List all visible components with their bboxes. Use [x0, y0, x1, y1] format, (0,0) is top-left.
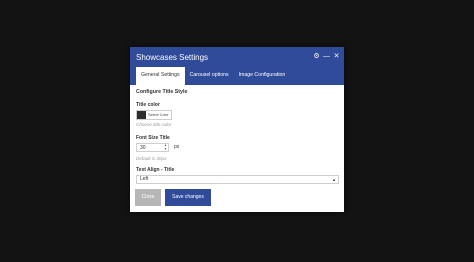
- select-color-button: Select Color: [148, 113, 169, 117]
- settings-dialog: Showcases Settings ⚙ — ✕ General Setting…: [130, 47, 344, 212]
- section-title: Configure Title Style: [136, 89, 188, 95]
- title-color-hint: Choose title color: [136, 122, 172, 127]
- font-size-label: Font Size Title: [136, 135, 170, 141]
- text-align-value: Left: [140, 176, 149, 182]
- font-size-spinner[interactable]: ▲ ▼: [164, 143, 167, 151]
- close-icon[interactable]: ✕: [332, 52, 341, 61]
- dialog-header: Showcases Settings ⚙ — ✕ General Setting…: [130, 47, 344, 85]
- dialog-title: Showcases Settings: [136, 53, 209, 62]
- title-color-picker[interactable]: Select Color: [136, 110, 172, 120]
- minimize-icon[interactable]: —: [322, 52, 331, 61]
- tab-image-configuration[interactable]: Image Configuration: [234, 67, 291, 84]
- text-align-select[interactable]: Left ▲: [136, 175, 339, 184]
- chevron-down-icon: ▲: [332, 177, 336, 182]
- title-color-label: Title color: [136, 102, 160, 108]
- tab-carousel-options[interactable]: Carousel options: [185, 67, 234, 84]
- save-changes-button[interactable]: Save changes: [165, 189, 211, 206]
- font-size-hint: Default is 30px: [136, 156, 167, 161]
- text-align-label: Text Align - Title: [136, 167, 175, 173]
- close-button[interactable]: Close: [135, 189, 161, 206]
- tab-general-settings[interactable]: General Settings: [136, 67, 185, 85]
- color-swatch: [137, 111, 146, 119]
- font-size-unit: px: [174, 144, 180, 150]
- gear-icon[interactable]: ⚙: [312, 52, 321, 61]
- tab-bar: General Settings Carousel options Image …: [136, 67, 290, 85]
